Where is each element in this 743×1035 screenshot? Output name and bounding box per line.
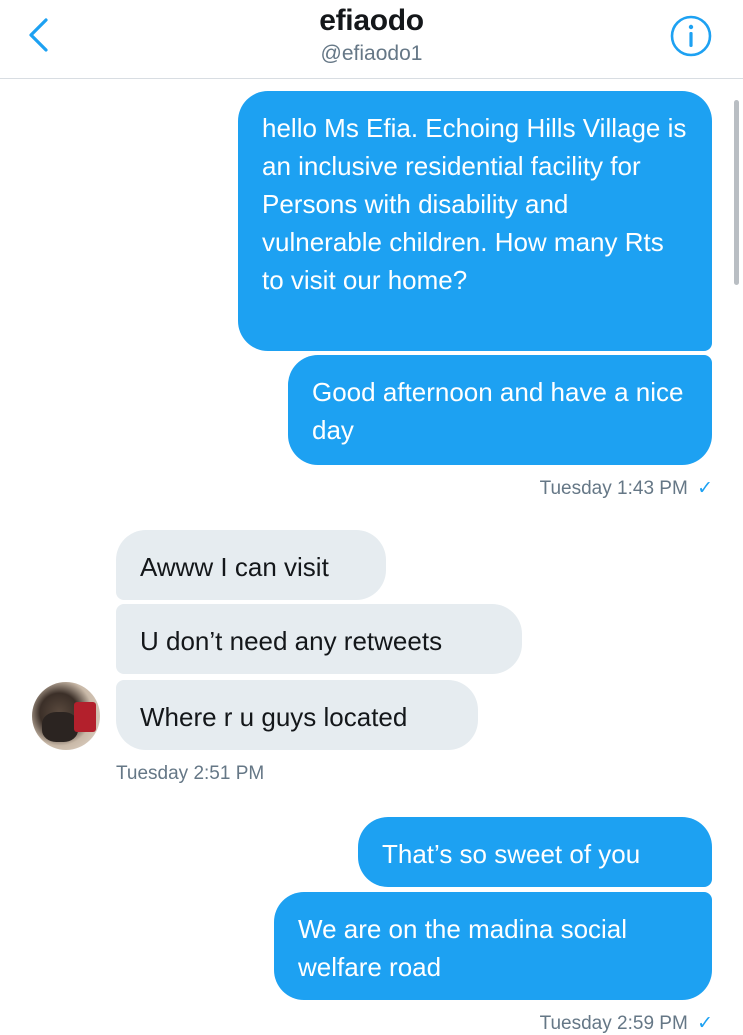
message-bubble-outgoing[interactable]: Good afternoon and have a nice day: [288, 355, 712, 465]
info-button[interactable]: [669, 14, 713, 58]
message-bubble-outgoing[interactable]: That’s so sweet of you: [358, 817, 712, 887]
conversation-title[interactable]: efiaodo: [0, 4, 743, 38]
timestamp-text: Tuesday 1:43 PM: [539, 478, 688, 499]
avatar-photo-detail: [74, 702, 96, 732]
message-timestamp: Tuesday 2:51 PM: [116, 763, 264, 785]
message-bubble-outgoing[interactable]: We are on the madina social welfare road: [274, 892, 712, 1000]
message-bubble-incoming[interactable]: Where r u guys located: [116, 680, 478, 750]
message-bubble-incoming[interactable]: Awww I can visit: [116, 530, 386, 600]
read-check-icon: ✓: [697, 478, 713, 499]
message-bubble-outgoing[interactable]: hello Ms Efia. Echoing Hills Village is …: [238, 91, 712, 351]
message-thread[interactable]: hello Ms Efia. Echoing Hills Village is …: [0, 79, 743, 1034]
conversation-header: efiaodo @efiaodo1: [0, 0, 743, 79]
scrollbar[interactable]: [734, 100, 739, 285]
message-timestamp: Tuesday 1:43 PM ✓: [540, 477, 713, 500]
avatar[interactable]: [32, 682, 100, 750]
timestamp-text: Tuesday 2:51 PM: [116, 763, 265, 784]
info-icon: [670, 15, 712, 57]
conversation-handle: @efiaodo1: [320, 42, 423, 65]
message-bubble-incoming[interactable]: U don’t need any retweets: [116, 604, 522, 674]
avatar-photo-detail: [42, 712, 78, 742]
